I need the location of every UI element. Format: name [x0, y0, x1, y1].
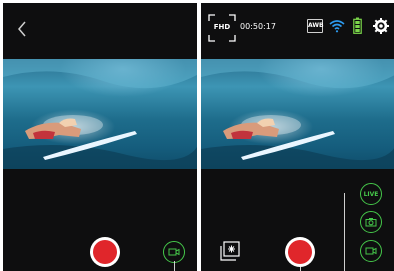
chevron-left-icon[interactable]	[15, 19, 29, 39]
gallery-icon[interactable]	[220, 241, 242, 261]
resolution-button[interactable]: FHD	[208, 23, 236, 31]
battery-icon	[353, 17, 362, 34]
recording-timer: 00:50:17	[240, 22, 276, 31]
record-button[interactable]	[285, 237, 315, 267]
camera-preview	[3, 59, 197, 169]
record-button[interactable]	[90, 237, 120, 267]
camera-screen-left	[3, 3, 197, 271]
mode-indicator	[174, 261, 175, 271]
awb-button[interactable]: AWB	[307, 19, 324, 33]
video-mode-button[interactable]	[360, 240, 382, 262]
mode-indicator	[344, 193, 345, 271]
wifi-icon[interactable]	[329, 19, 345, 33]
video-camera-icon	[168, 248, 180, 256]
record-indicator	[300, 267, 301, 271]
live-label: LIVE	[363, 190, 379, 198]
camera-preview	[201, 59, 394, 169]
video-mode-button[interactable]	[163, 241, 185, 263]
camera-screen-right: FHD 00:50:17 AWB LIVE	[201, 3, 394, 271]
camera-icon	[365, 218, 377, 227]
gear-icon[interactable]	[373, 18, 389, 34]
live-button[interactable]: LIVE	[360, 183, 382, 205]
video-camera-icon	[365, 247, 377, 255]
photo-mode-button[interactable]	[360, 211, 382, 233]
